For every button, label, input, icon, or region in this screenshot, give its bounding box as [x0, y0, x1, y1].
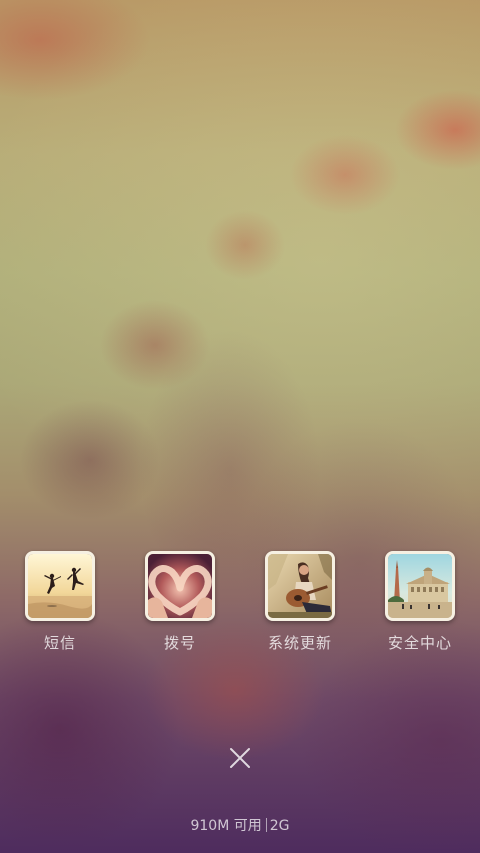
security-center-photo-icon[interactable]: [385, 551, 455, 621]
recent-app-sms[interactable]: 短信: [10, 550, 110, 660]
dialer-photo-icon[interactable]: [145, 551, 215, 621]
memory-total: 2G: [269, 818, 290, 834]
recent-app-dialer[interactable]: 拨号: [130, 550, 230, 660]
blurred-wallpaper: [0, 0, 480, 853]
recent-apps-list: 短信 拨号 系统更新 安全中心: [0, 550, 480, 660]
recent-app-security-center[interactable]: 安全中心: [370, 550, 470, 660]
recent-app-label: 短信: [43, 634, 76, 652]
memory-separator: [265, 818, 267, 832]
sms-photo-icon[interactable]: [25, 551, 95, 621]
recent-app-label: 拨号: [163, 634, 196, 652]
system-update-photo-icon[interactable]: [265, 551, 335, 621]
recent-app-label: 系统更新: [267, 634, 332, 652]
memory-available: 910M 可用: [190, 818, 262, 834]
recent-app-label: 安全中心: [387, 634, 452, 652]
close-icon[interactable]: [222, 740, 258, 776]
recent-app-system-update[interactable]: 系统更新: [250, 550, 350, 660]
memory-status: 910M 可用 2G: [0, 815, 480, 835]
